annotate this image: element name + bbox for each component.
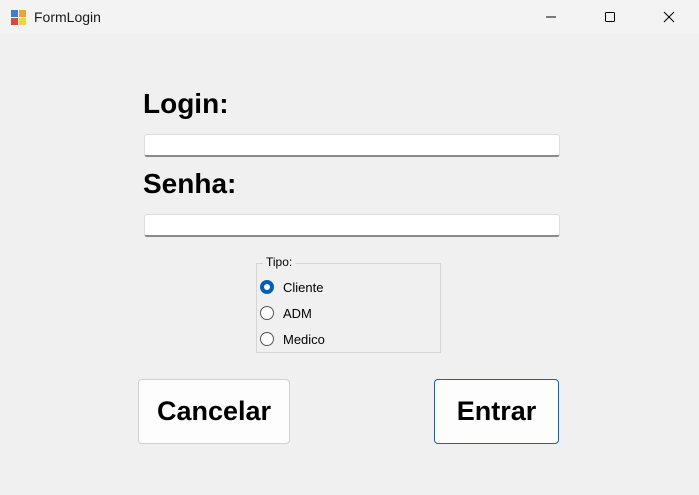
radio-adm[interactable]: ADM xyxy=(260,304,312,322)
close-button[interactable] xyxy=(640,0,698,34)
minimize-button[interactable] xyxy=(522,0,580,34)
radio-label-cliente: Cliente xyxy=(283,279,324,295)
radio-label-adm: ADM xyxy=(283,305,312,321)
minimize-icon xyxy=(546,16,556,18)
radio-button-checked[interactable] xyxy=(260,280,274,294)
radio-button[interactable] xyxy=(260,306,274,320)
maximize-button[interactable] xyxy=(581,0,639,34)
senha-label: Senha: xyxy=(143,168,237,199)
enter-button[interactable]: Entrar xyxy=(434,379,559,444)
title-bar[interactable]: FormLogin xyxy=(0,0,699,34)
radio-label-medico: Medico xyxy=(283,331,325,347)
tipo-legend: Tipo: xyxy=(263,255,296,269)
login-label: Login: xyxy=(143,88,229,119)
radio-cliente[interactable]: Cliente xyxy=(260,278,323,296)
login-input[interactable] xyxy=(144,134,560,157)
radio-button[interactable] xyxy=(260,332,274,346)
window-title: FormLogin xyxy=(34,9,101,25)
senha-input[interactable] xyxy=(144,214,560,237)
cancel-button[interactable]: Cancelar xyxy=(138,379,290,444)
login-window: FormLogin Login: Senha: Tipo: Cliente AD… xyxy=(0,0,699,495)
radio-medico[interactable]: Medico xyxy=(260,330,325,348)
maximize-icon xyxy=(605,12,615,22)
app-icon xyxy=(10,9,27,26)
close-icon xyxy=(663,11,675,23)
